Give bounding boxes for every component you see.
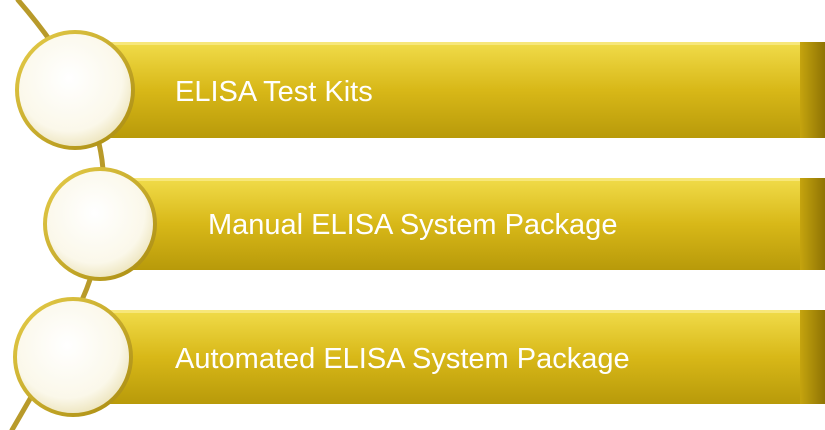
bar-cap-1 — [800, 42, 825, 138]
bar-cap-2 — [800, 178, 825, 270]
list-item-1: ELISA Test Kits — [15, 30, 825, 150]
list-item-2: Manual ELISA System Package — [43, 167, 825, 281]
process-list-diagram: ELISA Test Kits Manual ELISA System Pack… — [9, 0, 825, 430]
circle-2 — [43, 167, 157, 281]
item-label-2: Manual ELISA System Package — [208, 209, 617, 241]
bar-cap-3 — [800, 310, 825, 404]
item-label-3: Automated ELISA System Package — [175, 343, 630, 375]
circle-3 — [13, 297, 133, 417]
list-item-3: Automated ELISA System Package — [13, 297, 825, 417]
circle-1 — [15, 30, 135, 150]
item-label-1: ELISA Test Kits — [175, 76, 373, 108]
